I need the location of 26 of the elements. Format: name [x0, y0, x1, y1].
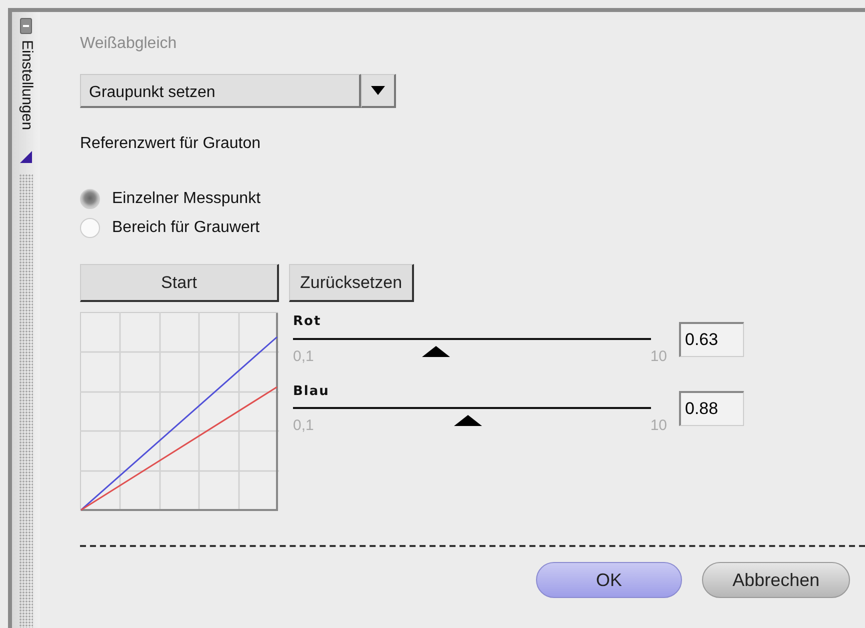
slider-thumb[interactable]	[422, 346, 450, 356]
reset-button[interactable]: Zurücksetzen	[289, 264, 414, 302]
collapse-button[interactable]	[20, 18, 32, 34]
radio-button[interactable]	[80, 188, 100, 208]
resize-icon[interactable]	[19, 150, 33, 164]
dropdown-button[interactable]	[361, 74, 396, 108]
value-field[interactable]: 0.63	[679, 322, 744, 356]
max-label: 10	[650, 346, 667, 366]
section-title: Weißabgleich	[80, 34, 178, 54]
field-label: Referenzwert für Grauton	[80, 134, 262, 154]
slider-label: Blau	[293, 382, 330, 400]
slider-thumb[interactable]	[454, 415, 482, 426]
radio-label[interactable]: Einzelner Messpunkt	[112, 186, 261, 210]
panel-title: Einstellungen	[17, 40, 36, 130]
radio-label[interactable]: Bereich für Grauwert	[112, 216, 260, 240]
grip-handle[interactable]	[19, 174, 33, 628]
start-button[interactable]: Start	[80, 264, 279, 302]
min-label: 0,1	[293, 416, 314, 436]
max-label: 10	[650, 416, 667, 436]
caret-icon	[371, 86, 385, 95]
slider-label: Rot	[293, 313, 322, 331]
ok-button[interactable]: OK	[536, 562, 682, 598]
min-label: 0,1	[293, 346, 314, 366]
radio-button[interactable]	[80, 218, 100, 238]
cancel-button[interactable]: Abbrechen	[702, 562, 850, 598]
value-field[interactable]: 0.88	[679, 391, 744, 426]
